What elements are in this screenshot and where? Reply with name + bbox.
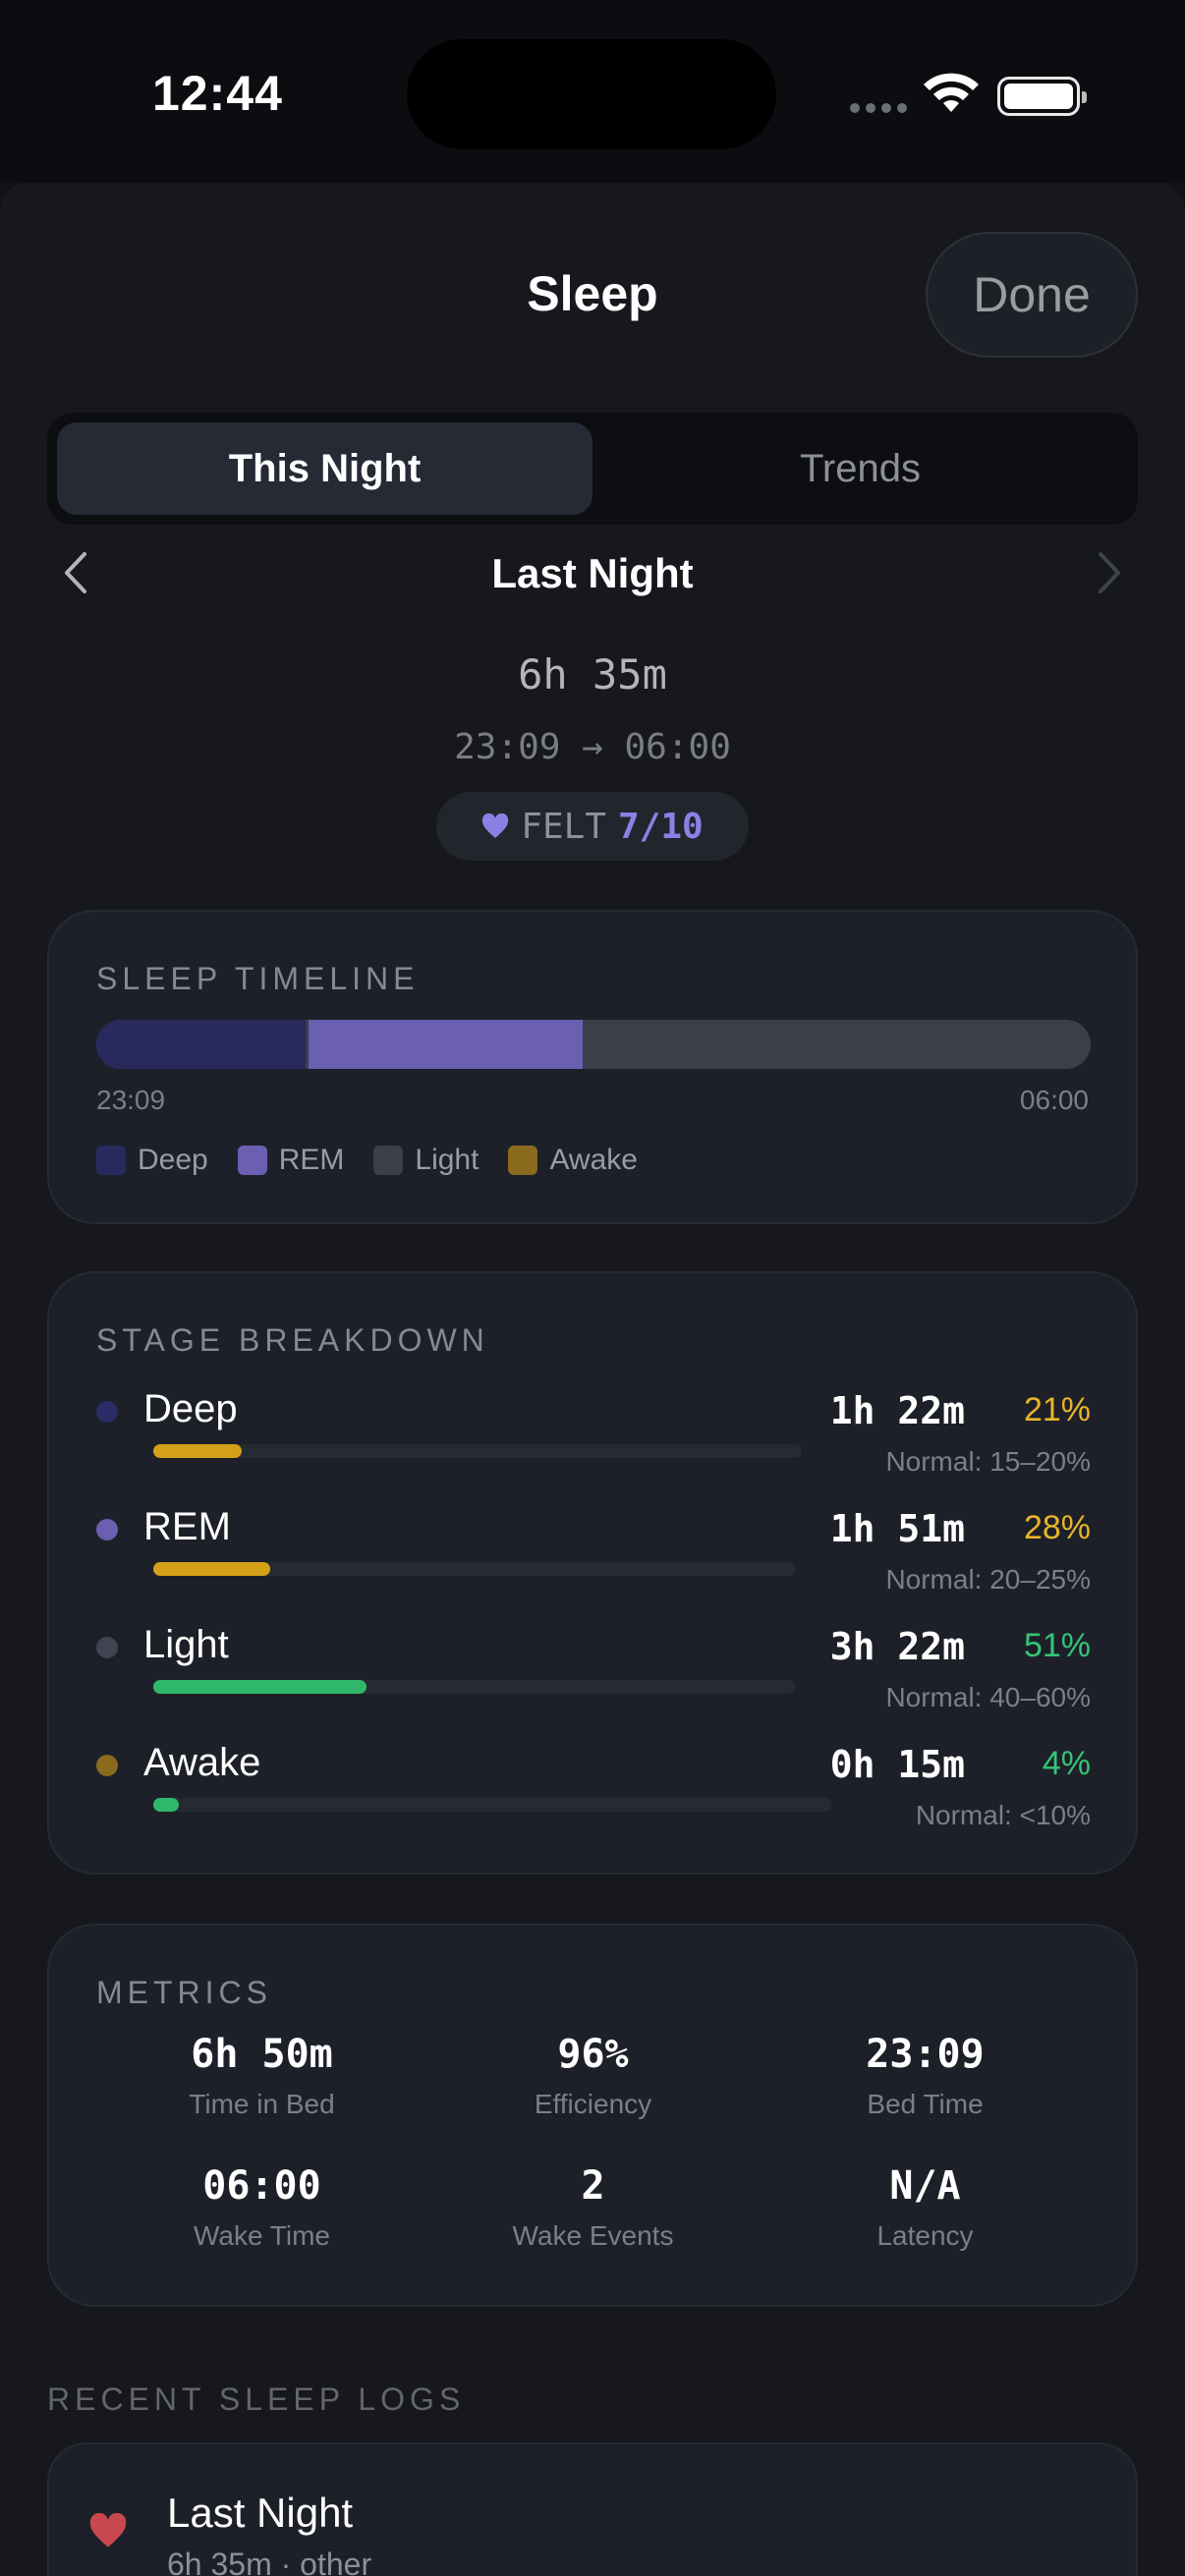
- stage-duration: 1h 22m: [829, 1389, 965, 1432]
- legend-swatch: [237, 1146, 267, 1175]
- metric-label: Efficiency: [534, 2089, 652, 2119]
- metric-value: 23:09: [866, 2032, 985, 2077]
- metric-label: Latency: [876, 2220, 974, 2251]
- stage-duration: 1h 51m: [829, 1507, 965, 1550]
- legend-item-light: Light: [373, 1144, 479, 1177]
- tab-trends[interactable]: Trends: [592, 422, 1128, 515]
- legend-label: Deep: [138, 1144, 208, 1176]
- stage-duration: 0h 15m: [829, 1743, 965, 1786]
- stage-dot: [96, 1637, 118, 1658]
- metric-value: 2: [581, 2163, 605, 2209]
- dynamic-island: [407, 39, 776, 149]
- heart-icon: [89, 2513, 127, 2548]
- legend-swatch: [373, 1146, 404, 1175]
- heart-icon: [482, 813, 509, 838]
- metric-bed-time: 23:09 Bed Time: [760, 2032, 1091, 2120]
- sleep-time-range: 23:09 → 06:00: [454, 727, 731, 767]
- metrics-title: METRICS: [96, 1975, 272, 2010]
- tab-this-night[interactable]: This Night: [57, 422, 592, 515]
- stage-breakdown-card: STAGE BREAKDOWN Deep 1h 22m 21% Normal: …: [47, 1271, 1138, 1875]
- felt-label: FELT: [521, 806, 606, 847]
- legend-item-awake: Awake: [508, 1144, 638, 1177]
- stage-row-deep: Deep 1h 22m 21% Normal: 15–20%: [96, 1387, 1091, 1495]
- stage-breakdown-title: STAGE BREAKDOWN: [96, 1322, 489, 1358]
- stage-progress-bar: [153, 1444, 242, 1458]
- metric-label: Time in Bed: [189, 2089, 335, 2119]
- recent-logs-title: RECENT SLEEP LOGS: [47, 2381, 466, 2417]
- stage-progress-track: [153, 1444, 802, 1458]
- metric-label: Wake Events: [512, 2220, 674, 2251]
- status-time: 12:44: [152, 66, 283, 121]
- metric-value: 06:00: [202, 2163, 321, 2209]
- stage-progress-track: [153, 1680, 796, 1694]
- stage-dot: [96, 1401, 118, 1423]
- stage-progress-bar: [153, 1798, 179, 1812]
- legend-label: REM: [278, 1144, 345, 1176]
- stage-percent: 28%: [1023, 1509, 1091, 1546]
- timeline-start-label: 23:09: [96, 1085, 166, 1115]
- legend-swatch: [96, 1146, 126, 1175]
- stage-progress-bar: [153, 1680, 367, 1694]
- stage-name: Deep: [143, 1387, 238, 1430]
- felt-value: 7/10: [618, 806, 704, 847]
- metric-efficiency: 96% Efficiency: [427, 2032, 759, 2120]
- legend-swatch: [508, 1146, 538, 1175]
- felt-rating-badge[interactable]: FELT 7/10: [436, 792, 749, 861]
- timeline-segment-deep: [96, 1020, 306, 1069]
- sleep-log-item[interactable]: Last Night 6h 35m · other: [47, 2442, 1138, 2576]
- stage-normal-range: Normal: 15–20%: [885, 1446, 1091, 1477]
- sleep-timeline-title: SLEEP TIMELINE: [96, 961, 420, 996]
- stage-name: Light: [143, 1623, 229, 1666]
- timeline-segment-rem: [309, 1020, 583, 1069]
- stage-progress-bar: [153, 1562, 270, 1576]
- wifi-icon: [924, 73, 979, 112]
- legend-item-deep: Deep: [96, 1144, 208, 1177]
- metric-label: Bed Time: [867, 2089, 984, 2119]
- timeline-end-label: 06:00: [1019, 1085, 1089, 1115]
- stage-duration: 3h 22m: [829, 1625, 965, 1668]
- cellular-signal-icon: [850, 103, 907, 113]
- metric-value: N/A: [889, 2163, 961, 2209]
- metrics-card: METRICS 6h 50m Time in Bed 96% Efficiency …: [47, 1924, 1138, 2307]
- battery-icon: [997, 77, 1087, 116]
- sleep-duration: 6h 35m: [518, 650, 667, 699]
- stage-name: Awake: [143, 1741, 261, 1784]
- stage-dot: [96, 1519, 118, 1540]
- log-title: Last Night: [167, 2490, 354, 2536]
- chevron-right-icon[interactable]: [1085, 550, 1130, 595]
- date-title: Last Night: [491, 550, 694, 596]
- stage-percent: 4%: [1042, 1745, 1091, 1782]
- sleep-timeline-bar: [96, 1020, 1091, 1069]
- stage-percent: 21%: [1023, 1391, 1091, 1428]
- metric-value: 6h 50m: [191, 2032, 333, 2077]
- stage-normal-range: Normal: 40–60%: [885, 1682, 1091, 1712]
- stage-progress-track: [153, 1798, 831, 1812]
- sleep-timeline-card: SLEEP TIMELINE 23:09 06:00 Deep REM Ligh…: [47, 910, 1138, 1224]
- legend-label: Awake: [549, 1144, 638, 1176]
- stage-normal-range: Normal: <10%: [915, 1800, 1091, 1830]
- metric-value: 96%: [557, 2032, 629, 2077]
- view-segmented-control: This Night Trends: [47, 413, 1138, 525]
- stage-percent: 51%: [1023, 1627, 1091, 1664]
- stage-row-light: Light 3h 22m 51% Normal: 40–60%: [96, 1623, 1091, 1731]
- metric-label: Wake Time: [194, 2220, 330, 2251]
- metric-latency: N/A Latency: [760, 2163, 1091, 2252]
- metric-time-in-bed: 6h 50m Time in Bed: [96, 2032, 427, 2120]
- stage-normal-range: Normal: 20–25%: [885, 1564, 1091, 1595]
- stage-dot: [96, 1755, 118, 1776]
- stage-row-rem: REM 1h 51m 28% Normal: 20–25%: [96, 1505, 1091, 1613]
- stage-row-awake: Awake 0h 15m 4% Normal: <10%: [96, 1741, 1091, 1849]
- date-navigator: Last Night: [47, 542, 1138, 605]
- legend-label: Light: [415, 1144, 480, 1176]
- status-bar: 12:44: [0, 0, 1185, 183]
- done-button[interactable]: Done: [926, 232, 1138, 358]
- metric-wake-events: 2 Wake Events: [427, 2163, 759, 2252]
- legend-item-rem: REM: [237, 1144, 345, 1177]
- stage-name: REM: [143, 1505, 231, 1548]
- stage-progress-track: [153, 1562, 796, 1576]
- timeline-legend: Deep REM Light Awake: [96, 1144, 638, 1177]
- metric-wake-time: 06:00 Wake Time: [96, 2163, 427, 2252]
- log-subtitle: 6h 35m · other: [167, 2547, 372, 2576]
